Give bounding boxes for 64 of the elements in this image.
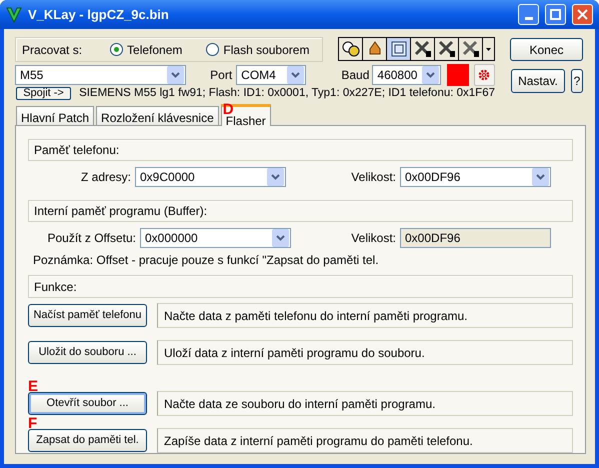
size-dropdown[interactable]: 0x00DF96 bbox=[400, 167, 551, 187]
function-button[interactable]: Načíst paměť telefonu bbox=[28, 304, 147, 327]
offset-label: Použít z Offsetu: bbox=[46, 230, 137, 247]
function-button[interactable]: Otevřít soubor ... bbox=[28, 392, 147, 415]
settings-button[interactable]: Nastav. bbox=[511, 69, 565, 93]
window-title: V_KLay - lgpCZ_9c.bin bbox=[28, 6, 170, 24]
bell-icon bbox=[368, 41, 382, 57]
model-dropdown[interactable]: M55 bbox=[15, 65, 186, 85]
chevron-down-icon bbox=[171, 72, 180, 78]
port-label: Port bbox=[210, 67, 232, 84]
minimize-icon bbox=[524, 17, 532, 20]
chevron-down-icon bbox=[291, 72, 300, 78]
tab[interactable]: Hlavní Patch bbox=[16, 106, 94, 125]
radio-label: Flash souborem bbox=[223, 42, 310, 58]
work-with-label: Pracovat s: bbox=[22, 42, 82, 58]
chevron-down-icon bbox=[536, 174, 545, 180]
color-swatch[interactable] bbox=[446, 64, 469, 86]
marker-letter: F bbox=[28, 417, 38, 430]
minimize-button[interactable] bbox=[518, 4, 539, 25]
close-button[interactable] bbox=[572, 4, 593, 25]
coins-icon bbox=[342, 41, 360, 57]
logo-icon bbox=[6, 6, 22, 24]
help-button[interactable]: ? bbox=[571, 69, 583, 93]
gear-icon bbox=[478, 69, 490, 81]
tab[interactable]: Rozložení klávesnice bbox=[96, 106, 219, 125]
maximize-button[interactable] bbox=[545, 4, 566, 25]
baud-label: Baud bbox=[341, 67, 370, 84]
chevron-down-icon bbox=[271, 174, 280, 180]
tools-icon bbox=[462, 40, 480, 58]
section-header: Paměť telefonu: bbox=[28, 139, 573, 161]
close-app-button[interactable]: Konec bbox=[510, 38, 583, 61]
baud-dropdown[interactable]: 460800 bbox=[372, 65, 441, 85]
address-dropdown[interactable]: 0x9C0000 bbox=[135, 167, 286, 187]
toolbar-button[interactable] bbox=[387, 38, 411, 60]
offset-dropdown[interactable]: 0x000000 bbox=[140, 228, 291, 248]
function-description: Načte data ze souboru do interní paměti programu. bbox=[157, 391, 573, 416]
options-button[interactable] bbox=[474, 64, 495, 86]
maximize-icon bbox=[550, 9, 561, 20]
chevron-down-icon bbox=[426, 72, 435, 78]
close-icon bbox=[577, 9, 588, 20]
size-label: Velikost: bbox=[350, 169, 397, 186]
note-text: Poznámka: Offset - pracuje pouze s funkcí "Zapsat do paměti tel. bbox=[32, 252, 380, 269]
size-field[interactable]: 0x00DF96 bbox=[400, 228, 551, 248]
device-info: SIEMENS M55 lg1 fw91; Flash: ID1: 0x0001, Typ1: 0x227E; ID1 telefonu: 0x1F67 bbox=[79, 86, 495, 101]
chip-icon bbox=[390, 41, 406, 57]
radio-button[interactable] bbox=[110, 43, 124, 56]
caret-icon bbox=[486, 48, 491, 50]
tools-icon bbox=[414, 40, 432, 58]
chevron-down-icon bbox=[276, 235, 285, 241]
function-description: Načte data z paměti telefonu do interní paměti programu. bbox=[157, 303, 573, 328]
marker-letter: E bbox=[28, 380, 38, 393]
function-button[interactable]: Uložit do souboru ... bbox=[28, 341, 147, 364]
size-label: Velikost: bbox=[350, 230, 397, 247]
function-description: Uloží data z interní paměti programu do souboru. bbox=[157, 340, 573, 365]
port-dropdown[interactable]: COM4 bbox=[236, 65, 306, 85]
function-description: Zapíše data z interní paměti programu do paměti telefonu. bbox=[157, 428, 573, 453]
connect-button[interactable]: Spojit -> bbox=[16, 87, 72, 100]
address-label: Z adresy: bbox=[80, 169, 132, 186]
tools-icon bbox=[438, 40, 456, 58]
function-button[interactable]: Zapsat do paměti tel. bbox=[28, 429, 147, 452]
radio-label: Telefonem bbox=[127, 42, 182, 58]
section-header: Interní paměť programu (Buffer): bbox=[28, 200, 573, 222]
radio-button[interactable] bbox=[206, 43, 220, 56]
section-header: Funkce: bbox=[28, 275, 573, 298]
